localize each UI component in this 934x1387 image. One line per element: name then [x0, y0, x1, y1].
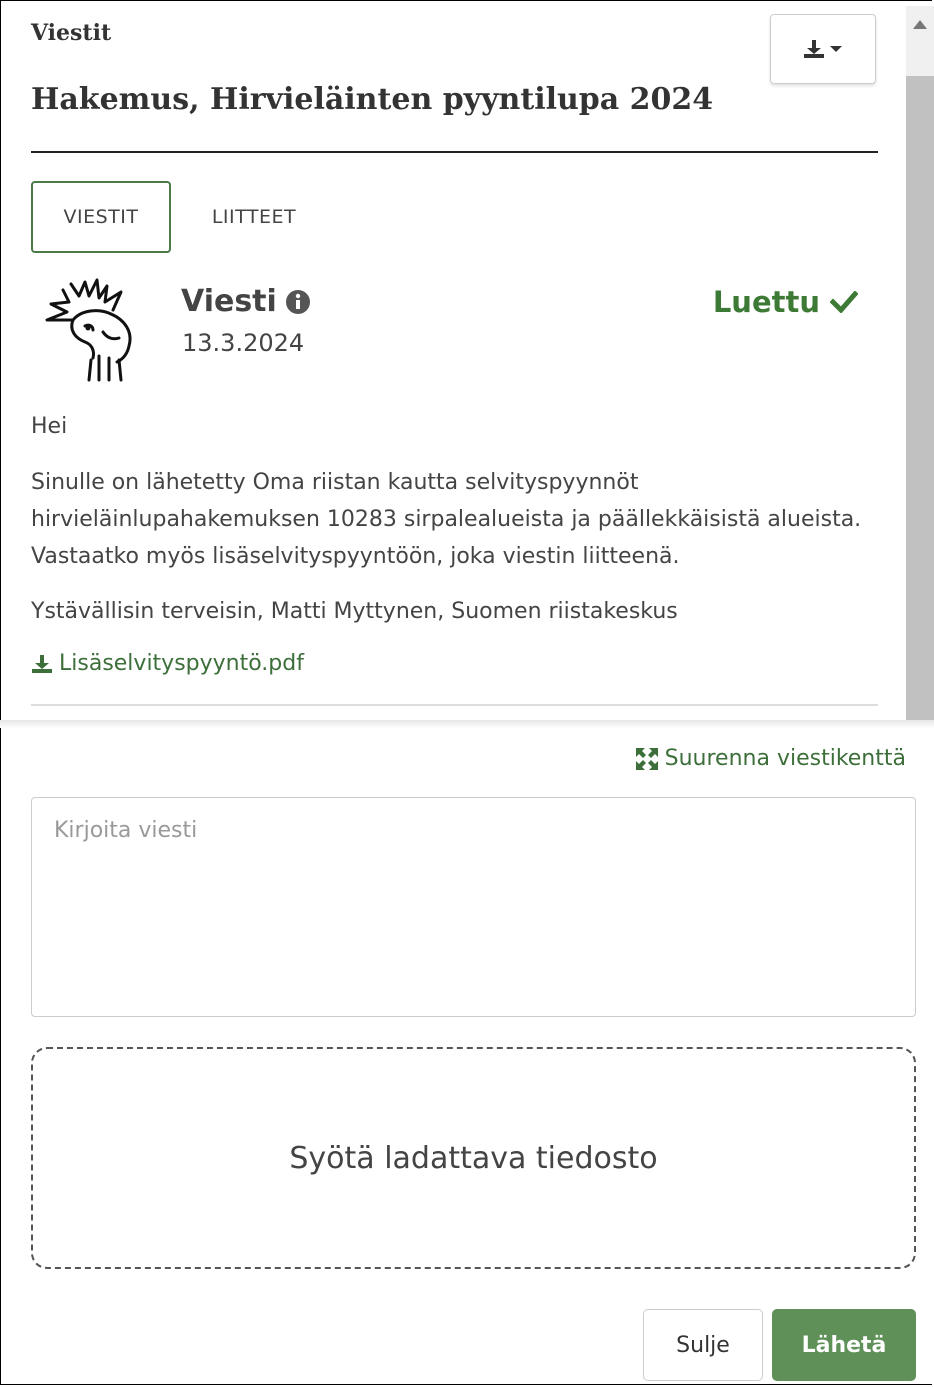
read-status: Luettu: [713, 285, 858, 319]
info-icon[interactable]: [285, 289, 311, 315]
expand-composer-link[interactable]: Suurenna viestikenttä: [635, 746, 906, 771]
title-divider: [31, 151, 878, 153]
message-signature: Ystävällisin terveisin, Matti Myttynen, …: [31, 599, 678, 624]
expand-composer-label: Suurenna viestikenttä: [664, 746, 906, 771]
thread-scrollbar[interactable]: [906, 6, 934, 720]
read-status-label: Luettu: [712, 285, 820, 319]
download-icon: [32, 654, 52, 673]
message-greeting: Hei: [31, 414, 68, 439]
message-divider: [31, 704, 878, 706]
message-title-text: Viesti: [181, 284, 277, 319]
expand-icon: [635, 747, 658, 770]
file-dropzone-label: Syötä ladattava tiedosto: [289, 1140, 658, 1176]
check-icon: [830, 291, 858, 313]
message-date: 13.3.2024: [182, 329, 305, 357]
page-title: Hakemus, Hirvieläinten pyyntilupa 2024: [31, 82, 714, 117]
file-dropzone[interactable]: Syötä ladattava tiedosto: [31, 1047, 916, 1269]
pane-separator: [0, 720, 934, 728]
message-thread-pane: Viestit Hakemus, Hirvieläinten pyyntilup…: [4, 6, 934, 720]
moose-logo-icon: [45, 278, 132, 382]
attachment-link[interactable]: Lisäselvityspyyntö.pdf: [31, 651, 304, 676]
message-body: Sinulle on lähetetty Oma riistan kautta …: [31, 470, 862, 569]
close-button[interactable]: Sulje: [643, 1309, 763, 1381]
message-title: Viesti: [181, 284, 311, 319]
scroll-up-arrow-icon[interactable]: [913, 20, 927, 29]
message-input[interactable]: [31, 797, 916, 1017]
attachment-name: Lisäselvityspyyntö.pdf: [59, 651, 304, 676]
section-label: Viestit: [31, 20, 112, 46]
tab-liitteet[interactable]: LIITTEET: [199, 181, 309, 253]
scrollbar-thumb[interactable]: [906, 76, 934, 720]
download-dropdown-button[interactable]: [770, 14, 876, 84]
tab-viestit[interactable]: VIESTIT: [31, 181, 171, 253]
caret-down-icon: [830, 46, 842, 52]
download-icon: [804, 40, 824, 58]
send-button[interactable]: Lähetä: [772, 1309, 916, 1381]
